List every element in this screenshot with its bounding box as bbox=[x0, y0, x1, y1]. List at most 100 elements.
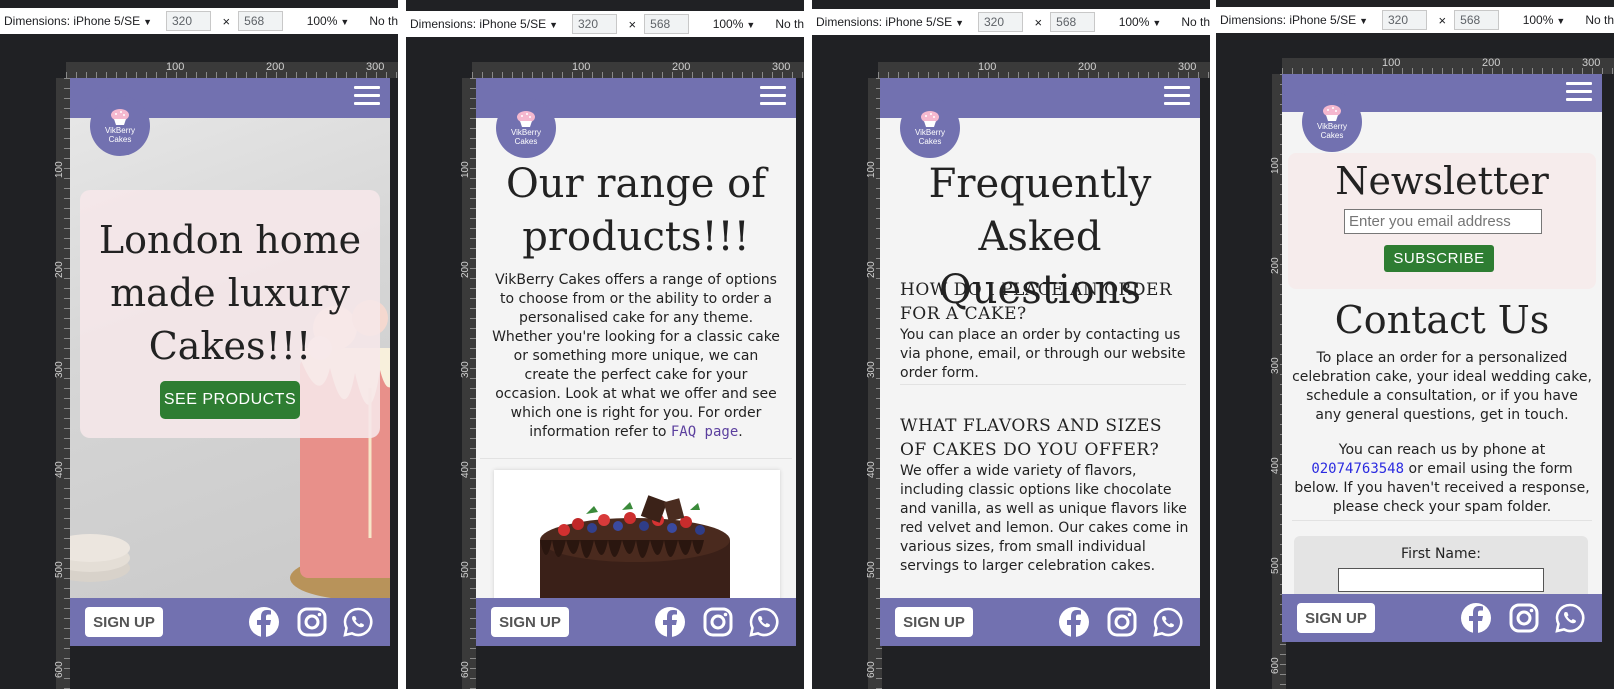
facebook-icon[interactable] bbox=[248, 606, 280, 638]
zoom-dropdown[interactable]: 100% ▼ bbox=[307, 14, 350, 28]
ruler-label: 100 bbox=[166, 61, 185, 73]
width-input[interactable]: 320 bbox=[978, 12, 1023, 32]
zoom-dropdown[interactable]: 100% ▼ bbox=[1119, 15, 1162, 29]
whatsapp-icon[interactable] bbox=[748, 606, 780, 638]
height-input[interactable]: 568 bbox=[1050, 12, 1095, 32]
ruler-label: 300 bbox=[866, 361, 877, 378]
device-viewport: London home made luxury Cakes!!! SEE PRO… bbox=[70, 78, 390, 646]
hamburger-menu-icon[interactable] bbox=[354, 86, 380, 108]
times-sign: × bbox=[222, 13, 231, 29]
zoom-label: 100% bbox=[1118, 15, 1150, 29]
phone-link[interactable]: 02074763548 bbox=[1311, 461, 1404, 477]
faq-question[interactable]: HOW DO I PLACE AN ORDER FOR A CAKE? bbox=[900, 278, 1185, 326]
caret-down-icon: ▼ bbox=[955, 18, 964, 28]
throttle-dropdown[interactable]: No th bbox=[775, 17, 804, 31]
faq-page-link[interactable]: FAQ page bbox=[671, 424, 738, 440]
whatsapp-icon[interactable] bbox=[1554, 602, 1586, 634]
product-card[interactable] bbox=[494, 470, 780, 610]
logo[interactable]: VikBerry Cakes bbox=[1302, 92, 1362, 152]
ruler-label: 300 bbox=[460, 361, 471, 378]
plates-image bbox=[70, 534, 130, 582]
sign-up-button[interactable]: SIGN UP bbox=[1297, 603, 1375, 633]
instagram-icon[interactable] bbox=[296, 606, 328, 638]
zoom-dropdown[interactable]: 100% ▼ bbox=[1523, 13, 1566, 27]
throttle-dropdown[interactable]: No th bbox=[369, 14, 398, 28]
ruler-label: 200 bbox=[1482, 57, 1501, 69]
dimensions-dropdown[interactable]: Dimensions: iPhone 5/SE ▼ bbox=[816, 15, 964, 29]
dimensions-label: Dimensions: iPhone 5/SE bbox=[410, 17, 547, 31]
zoom-label: 100% bbox=[306, 14, 338, 28]
logo[interactable]: VikBerry Cakes bbox=[900, 98, 960, 158]
devtools-panel-home: Dimensions: iPhone 5/SE ▼ 320 × 568 100% ▼… bbox=[0, 0, 398, 689]
footer: SIGN UP bbox=[70, 598, 390, 646]
logo-text-line2: Cakes bbox=[108, 134, 132, 144]
hero-card: London home made luxury Cakes!!! SEE PRO… bbox=[80, 190, 380, 438]
subscribe-button[interactable]: SUBSCRIBE bbox=[1384, 245, 1494, 272]
page-title-line: products!!! bbox=[522, 214, 750, 260]
first-name-label: First Name: bbox=[1401, 546, 1481, 562]
facebook-icon[interactable] bbox=[654, 606, 686, 638]
dimensions-dropdown[interactable]: Dimensions: iPhone 5/SE ▼ bbox=[4, 14, 152, 28]
caret-down-icon: ▼ bbox=[143, 17, 152, 27]
newsletter-email-input[interactable] bbox=[1344, 209, 1542, 234]
dimensions-dropdown[interactable]: Dimensions: iPhone 5/SE ▼ bbox=[1220, 13, 1368, 27]
dimensions-label: Dimensions: iPhone 5/SE bbox=[816, 15, 953, 29]
times-sign: × bbox=[1438, 12, 1447, 28]
width-input[interactable]: 320 bbox=[572, 14, 617, 34]
height-input[interactable]: 568 bbox=[1454, 10, 1499, 30]
newsletter-section: Newsletter SUBSCRIBE bbox=[1288, 153, 1596, 289]
instagram-icon[interactable] bbox=[702, 606, 734, 638]
zoom-label: 100% bbox=[1522, 13, 1554, 27]
whatsapp-icon[interactable] bbox=[1152, 606, 1184, 638]
hamburger-menu-icon[interactable] bbox=[1164, 86, 1190, 108]
device-viewport: Newsletter SUBSCRIBE Contact Us To place… bbox=[1282, 74, 1602, 642]
instagram-icon[interactable] bbox=[1508, 602, 1540, 634]
logo[interactable]: VikBerry Cakes bbox=[496, 98, 556, 158]
first-name-input[interactable] bbox=[1338, 568, 1544, 592]
see-products-button[interactable]: SEE PRODUCTS bbox=[160, 381, 300, 419]
ruler-label: 100 bbox=[978, 61, 997, 73]
height-input[interactable]: 568 bbox=[644, 14, 689, 34]
devtools-panel-contact: Dimensions: iPhone 5/SE ▼ 320 × 568 100% ▼… bbox=[1216, 0, 1614, 689]
hamburger-menu-icon[interactable] bbox=[760, 86, 786, 108]
device-toolbar: Dimensions: iPhone 5/SE ▼ 320 × 568 100% ▼… bbox=[812, 9, 1210, 35]
dimensions-dropdown[interactable]: Dimensions: iPhone 5/SE ▼ bbox=[410, 17, 558, 31]
ruler-label: 200 bbox=[866, 261, 877, 278]
height-input[interactable]: 568 bbox=[238, 11, 283, 31]
zoom-dropdown[interactable]: 100% ▼ bbox=[713, 17, 756, 31]
width-input[interactable]: 320 bbox=[166, 11, 211, 31]
throttle-dropdown[interactable]: No th bbox=[1181, 15, 1210, 29]
facebook-icon[interactable] bbox=[1058, 606, 1090, 638]
times-sign: × bbox=[628, 16, 637, 32]
dimensions-label: Dimensions: iPhone 5/SE bbox=[4, 14, 141, 28]
sign-up-button[interactable]: SIGN UP bbox=[491, 607, 569, 637]
hamburger-menu-icon[interactable] bbox=[1566, 82, 1592, 104]
sign-up-button[interactable]: SIGN UP bbox=[85, 607, 163, 637]
facebook-icon[interactable] bbox=[1460, 602, 1492, 634]
page-title-line: Frequently bbox=[928, 161, 1152, 207]
sign-up-button[interactable]: SIGN UP bbox=[895, 607, 973, 637]
horizontal-ruler: 100 200 300 bbox=[878, 61, 1210, 78]
whatsapp-icon[interactable] bbox=[342, 606, 374, 638]
logo[interactable]: VikBerry Cakes bbox=[90, 96, 150, 156]
instagram-icon[interactable] bbox=[1106, 606, 1138, 638]
device-toolbar: Dimensions: iPhone 5/SE ▼ 320 × 568 100% ▼… bbox=[1216, 7, 1614, 33]
ruler-label: 100 bbox=[1382, 57, 1401, 69]
ruler-label: 300 bbox=[366, 61, 385, 73]
ruler-label: 600 bbox=[866, 661, 877, 678]
width-input[interactable]: 320 bbox=[1382, 10, 1427, 30]
chocolate-cake-image bbox=[540, 495, 730, 610]
ruler-label: 200 bbox=[672, 61, 691, 73]
caret-down-icon: ▼ bbox=[340, 17, 350, 27]
newsletter-title: Newsletter bbox=[1335, 159, 1549, 203]
caret-down-icon: ▼ bbox=[1359, 16, 1368, 26]
caret-down-icon: ▼ bbox=[1152, 18, 1162, 28]
throttle-dropdown[interactable]: No th bbox=[1585, 13, 1614, 27]
device-toolbar: Dimensions: iPhone 5/SE ▼ 320 × 568 100% ▼… bbox=[406, 11, 804, 37]
ruler-label: 500 bbox=[866, 561, 877, 578]
faq-answer: We offer a wide variety of flavors, incl… bbox=[900, 463, 1189, 574]
ruler-label: 100 bbox=[572, 61, 591, 73]
devtools-panel-faq: Dimensions: iPhone 5/SE ▼ 320 × 568 100% ▼… bbox=[812, 0, 1210, 689]
faq-question[interactable]: WHAT FLAVORS AND SIZES OF CAKES DO YOU O… bbox=[900, 414, 1185, 462]
caret-down-icon: ▼ bbox=[746, 20, 756, 30]
